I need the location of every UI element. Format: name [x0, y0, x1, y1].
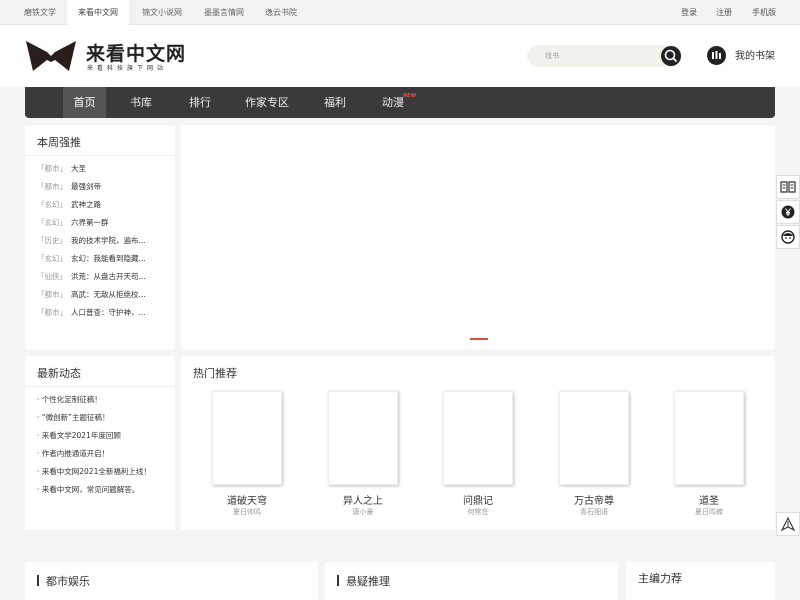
book-author: 夏日鸣蝉 [695, 508, 723, 516]
login-link[interactable]: 登录 [681, 0, 697, 25]
site-link-yiyun[interactable]: 逸云书院 [260, 0, 302, 25]
book-author: 唐小豪 [352, 508, 374, 516]
news-item[interactable]: · 来看文学2021年度回顾 [37, 429, 121, 443]
news-item[interactable]: · 作者内推通道开启！ [37, 447, 109, 461]
list-item[interactable]: 「玄幻」 武神之路 [37, 198, 101, 212]
list-item[interactable]: 「玄幻」 玄幻：我能看到隐藏... [37, 252, 146, 266]
header: 来看中文网 来看科技旗下网站 找书 我的书架 [0, 25, 800, 87]
nav-library[interactable]: 书库 [121, 87, 161, 118]
news-item[interactable]: · “微创新”主题征稿！ [37, 411, 110, 425]
book-title[interactable]: 异人之上 [322, 492, 404, 507]
news-panel: 最新动态 · 个性化定制征稿！ · “微创新”主题征稿！ · 来看文学2021年… [25, 356, 175, 530]
nav-ranking[interactable]: 排行 [180, 87, 220, 118]
logo-subtitle: 来看科技旗下网站 [87, 65, 168, 72]
customer-service-icon [781, 230, 795, 244]
nav-anime[interactable]: 动漫 [373, 87, 413, 118]
search-icon [664, 49, 678, 63]
book-cover[interactable] [674, 391, 744, 485]
mystery-section: 悬疑推理 [325, 562, 618, 600]
yen-coin-icon [781, 205, 795, 219]
list-item[interactable]: 「历史」 我的技术学院，遍布... [37, 234, 146, 248]
site-link-jinwen[interactable]: 锦文小说网 [136, 0, 188, 25]
logo-mark[interactable] [25, 40, 77, 72]
nav-home[interactable]: 首页 [63, 87, 106, 118]
carousel-indicator[interactable] [470, 338, 488, 340]
book-author: 青石细语 [580, 508, 608, 516]
list-item[interactable]: 「仙侠」 洪荒：从盘古开天苟... [37, 270, 146, 284]
search-input[interactable]: 找书 [545, 45, 559, 67]
book-title[interactable]: 万古帝尊 [553, 492, 635, 507]
section-accent [37, 575, 39, 586]
book-title[interactable]: 道圣 [668, 492, 750, 507]
site-link-momo[interactable]: 墨墨言情网 [198, 0, 250, 25]
site-link-laikan[interactable]: 来看中文网 [67, 0, 129, 25]
list-item[interactable]: 「玄幻」 六界第一群 [37, 216, 109, 230]
book-title[interactable]: 道破天穹 [206, 492, 288, 507]
book-author: 夏日帅鸣 [233, 508, 261, 516]
list-item[interactable]: 「都市」 高武：无敌从拒绝校... [37, 288, 146, 302]
hot-recommend-title: 热门推荐 [193, 367, 237, 380]
book-cover[interactable] [328, 391, 398, 485]
divider [25, 155, 175, 156]
section-accent [337, 575, 339, 586]
search-button[interactable] [661, 46, 681, 66]
top-bar: 磨铁文学 来看中文网 锦文小说网 墨墨言情网 逸云书院 登录 注册 手机版 [0, 0, 800, 25]
bookshelf-icon[interactable] [707, 46, 726, 65]
book-cover[interactable] [559, 391, 629, 485]
main-nav: 首页 书库 排行 作家专区 福利 动漫 NEW [25, 87, 775, 118]
divider [25, 386, 175, 387]
list-item[interactable]: 「都市」 最强剑帝 [37, 180, 101, 194]
weekly-recommend-title: 本周强推 [37, 136, 81, 149]
news-item[interactable]: · 来看中文网2021全新福利上线！ [37, 465, 151, 479]
book-icon [780, 181, 796, 193]
logo-title[interactable]: 来看中文网 [86, 39, 186, 66]
news-title: 最新动态 [37, 367, 81, 380]
editor-picks-section: 主编力荐 [626, 562, 775, 600]
list-item[interactable]: 「都市」 大圣 [37, 162, 86, 176]
back-to-top-icon [781, 517, 795, 531]
mobile-version-link[interactable]: 手机版 [752, 0, 776, 25]
mystery-section-title[interactable]: 悬疑推理 [346, 573, 390, 589]
side-reading-button[interactable] [776, 175, 800, 199]
urban-section-title[interactable]: 都市娱乐 [46, 573, 90, 589]
side-recharge-button[interactable] [776, 200, 800, 224]
book-title[interactable]: 问鼎记 [437, 492, 519, 507]
nav-author-zone[interactable]: 作家专区 [241, 87, 293, 118]
new-badge: NEW [403, 93, 417, 99]
news-item[interactable]: · 个性化定制征稿！ [37, 393, 102, 407]
book-cover[interactable] [443, 391, 513, 485]
list-item[interactable]: 「都市」 人口普查：守护神，... [37, 306, 146, 320]
bookshelf-link[interactable]: 我的书架 [735, 47, 775, 62]
side-service-button[interactable] [776, 225, 800, 249]
book-author: 何常在 [467, 508, 489, 516]
back-to-top-button[interactable] [776, 512, 800, 536]
editor-picks-title[interactable]: 主编力荐 [638, 570, 682, 586]
weekly-recommend-panel: 本周强推 「都市」 大圣 「都市」 最强剑帝 「玄幻」 武神之路 「玄幻」 六界第一群 … [25, 125, 175, 349]
hot-recommend-panel: 热门推荐 道破天穹 夏日帅鸣 异人之上 唐小豪 问鼎记 何常在 万古帝尊 青石细… [181, 356, 775, 530]
news-item[interactable]: · 来看中文网，常见问题解答。 [37, 483, 139, 497]
search-box[interactable]: 找书 [527, 45, 682, 67]
nav-welfare[interactable]: 福利 [315, 87, 355, 118]
urban-section: 都市娱乐 [25, 562, 318, 600]
register-link[interactable]: 注册 [716, 0, 732, 25]
site-link-motie[interactable]: 磨铁文学 [14, 0, 66, 25]
banner-carousel[interactable] [181, 125, 775, 349]
book-cover[interactable] [212, 391, 282, 485]
